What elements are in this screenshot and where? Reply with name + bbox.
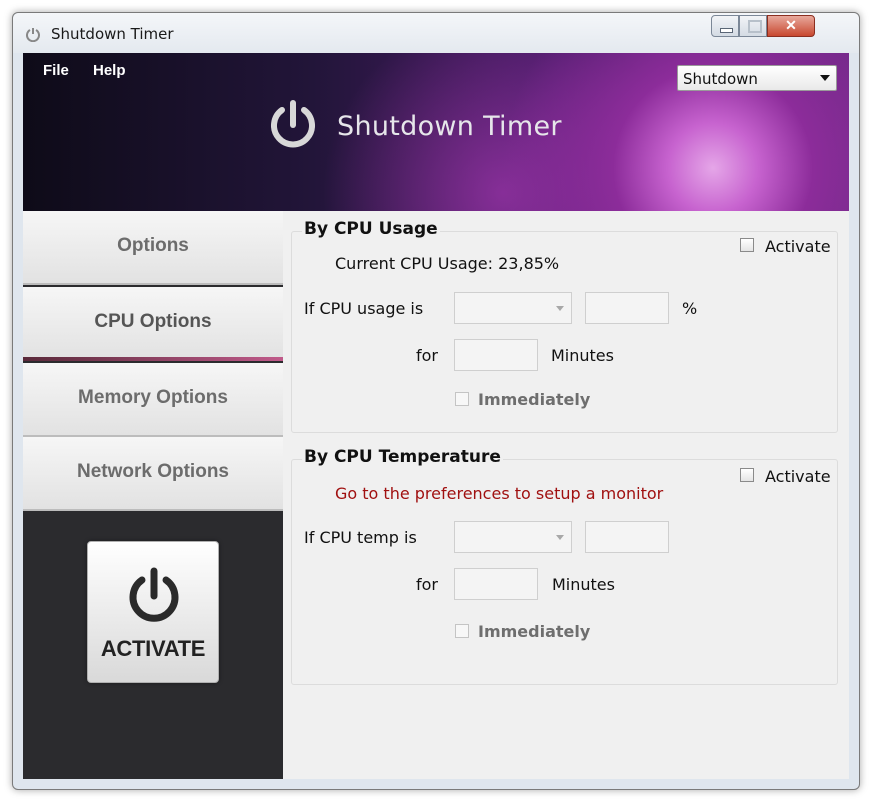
cpu-temp-immediately-checkbox[interactable] xyxy=(455,624,469,638)
cpu-usage-minutes-label: Minutes xyxy=(551,346,614,365)
cpu-usage-condition-label: If CPU usage is xyxy=(304,299,424,318)
shutdown-action-select[interactable]: Shutdown xyxy=(677,65,837,91)
cpu-temp-immediately-label: Immediately xyxy=(478,622,591,641)
maximize-icon xyxy=(748,20,762,33)
close-icon: ✕ xyxy=(785,17,797,33)
maximize-button[interactable] xyxy=(739,15,767,37)
menu-help[interactable]: Help xyxy=(93,62,126,79)
close-button[interactable]: ✕ xyxy=(767,15,815,37)
menu-file[interactable]: File xyxy=(43,62,69,79)
power-logo-icon xyxy=(271,100,315,148)
current-cpu-usage: Current CPU Usage: 23,85% xyxy=(335,254,560,273)
cpu-temp-operator-select[interactable] xyxy=(454,521,572,553)
title-bar[interactable]: Shutdown Timer ✕ xyxy=(13,13,859,53)
activate-button[interactable]: ACTIVATE xyxy=(87,541,219,683)
cpu-usage-for-label: for xyxy=(416,346,438,365)
cpu-usage-value-input[interactable] xyxy=(585,292,669,324)
app-window: Shutdown Timer ✕ File Help Shutdown Time… xyxy=(12,12,860,790)
cpu-temp-minutes-label: Minutes xyxy=(552,575,615,594)
cpu-usage-group: By CPU Usage Activate Current CPU Usage:… xyxy=(291,219,838,433)
chevron-down-icon xyxy=(556,306,564,311)
tab-cpu-options-label: CPU Options xyxy=(94,311,212,332)
chevron-down-icon xyxy=(820,75,830,81)
minimize-icon xyxy=(720,28,733,33)
cpu-temp-condition-label: If CPU temp is xyxy=(304,528,417,547)
minimize-button[interactable] xyxy=(711,15,739,37)
cpu-usage-operator-select[interactable] xyxy=(454,292,572,324)
percent-unit-label: % xyxy=(682,299,698,318)
power-icon xyxy=(129,567,179,622)
tab-memory-options[interactable]: Memory Options xyxy=(23,363,283,437)
cpu-usage-activate-label: Activate xyxy=(765,237,831,256)
tab-options[interactable]: Options xyxy=(23,211,283,285)
cpu-usage-immediately-checkbox[interactable] xyxy=(455,392,469,406)
cpu-temperature-title: By CPU Temperature xyxy=(302,447,503,467)
cpu-temp-activate-label: Activate xyxy=(765,467,831,486)
cpu-temp-activate-checkbox[interactable] xyxy=(740,468,754,482)
cpu-usage-activate-checkbox[interactable] xyxy=(740,238,754,252)
sidebar: Options CPU Options Memory Options Netwo… xyxy=(23,211,283,779)
app-header: File Help Shutdown Timer Shutdown xyxy=(23,53,849,211)
tab-options-label: Options xyxy=(117,235,189,256)
activate-button-label: ACTIVATE xyxy=(100,636,206,661)
cpu-temp-value-input[interactable] xyxy=(585,521,669,553)
power-icon xyxy=(26,28,40,42)
cpu-temp-minutes-input[interactable] xyxy=(454,568,538,600)
chevron-down-icon xyxy=(556,535,564,540)
tab-network-options-label: Network Options xyxy=(76,461,229,482)
cpu-temp-for-label: for xyxy=(416,575,438,594)
cpu-usage-minutes-input[interactable] xyxy=(454,339,538,371)
app-name: Shutdown Timer xyxy=(337,111,562,142)
shutdown-action-value: Shutdown xyxy=(683,70,758,88)
tab-cpu-options[interactable]: CPU Options xyxy=(23,287,283,361)
cpu-temperature-group: By CPU Temperature Activate Go to the pr… xyxy=(291,447,838,685)
cpu-usage-title: By CPU Usage xyxy=(302,219,440,239)
tab-memory-options-label: Memory Options xyxy=(78,387,228,408)
window-title: Shutdown Timer xyxy=(51,25,174,43)
setup-monitor-message: Go to the preferences to setup a monitor xyxy=(335,484,664,503)
cpu-usage-immediately-label: Immediately xyxy=(478,390,591,409)
cpu-options-panel: By CPU Usage Activate Current CPU Usage:… xyxy=(283,211,849,779)
tab-network-options[interactable]: Network Options xyxy=(23,437,283,511)
